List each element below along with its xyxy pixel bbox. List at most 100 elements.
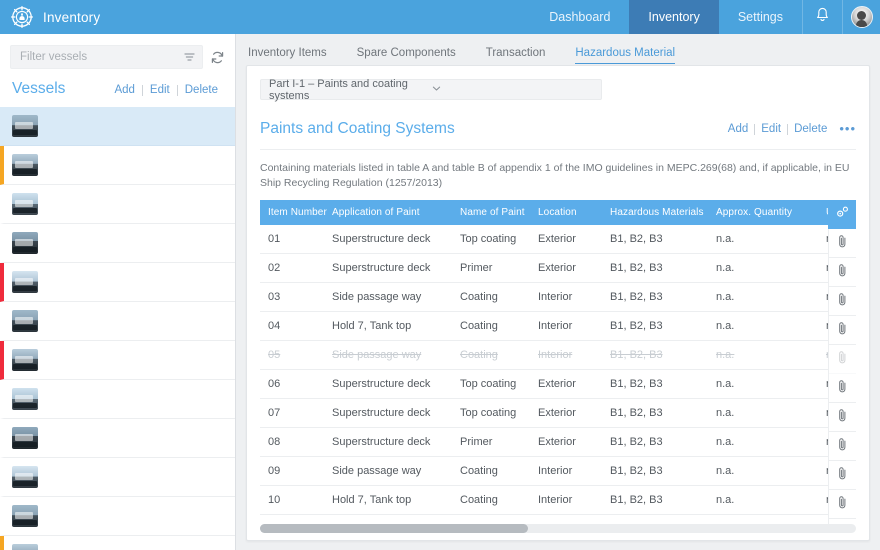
- horizontal-scrollbar[interactable]: [260, 524, 856, 533]
- vessel-list-item[interactable]: [0, 185, 235, 224]
- cell-quantity: n.a.: [708, 282, 818, 312]
- vessel-list-item[interactable]: [0, 380, 235, 419]
- column-header[interactable]: Item Number: [260, 200, 327, 225]
- search-input[interactable]: [20, 51, 183, 63]
- attachment-button[interactable]: [829, 316, 856, 345]
- vessels-add-button[interactable]: Add: [107, 84, 141, 96]
- vessel-thumbnail: [12, 466, 38, 488]
- cell-materials: B1, B2, B3: [602, 340, 708, 370]
- cell-item: 05: [260, 340, 324, 370]
- tab-transaction[interactable]: Transaction: [486, 47, 563, 65]
- attachment-button[interactable]: [829, 229, 856, 258]
- content-tabs[interactable]: Inventory Items Spare Components Transacti…: [246, 34, 870, 65]
- notifications-button[interactable]: [802, 0, 842, 34]
- vessels-delete-button[interactable]: Delete: [178, 84, 225, 96]
- cell-quantity: n.a.: [708, 340, 818, 370]
- vessel-list-item[interactable]: [0, 263, 235, 302]
- paperclip-icon: [837, 466, 848, 485]
- cell-location: Exterior: [530, 369, 602, 399]
- cell-materials: B1, B2, B3: [602, 427, 708, 457]
- attachment-button[interactable]: [829, 490, 856, 519]
- paperclip-icon: [837, 350, 848, 369]
- attachment-button[interactable]: [829, 374, 856, 403]
- section-add-button[interactable]: Add: [722, 123, 754, 135]
- cell-item: 02: [260, 253, 324, 283]
- vessel-list-item[interactable]: [0, 536, 235, 550]
- column-header[interactable]: Name of Paint: [452, 200, 530, 225]
- scrollbar-thumb[interactable]: [260, 524, 529, 533]
- cell-location: Exterior: [530, 225, 602, 254]
- attachment-button[interactable]: [829, 258, 856, 287]
- table-row[interactable]: 04 Hold 7, Tank top Coating Interior B1, B2,…: [260, 311, 856, 341]
- top-header-bar: Inventory Dashboard Inventory Settings: [0, 0, 880, 34]
- vessel-list-item[interactable]: [0, 458, 235, 497]
- vessel-list-item[interactable]: [0, 419, 235, 458]
- vessel-list-item[interactable]: [0, 341, 235, 380]
- vessel-list-item[interactable]: [0, 107, 235, 146]
- paperclip-icon: [837, 408, 848, 427]
- vessel-list[interactable]: [0, 107, 235, 550]
- table-row[interactable]: 02 Superstructure deck Primer Exterior B1, B…: [260, 253, 856, 283]
- column-header[interactable]: Hazardous Materials: [602, 200, 708, 225]
- cell-materials: B1, B2, B3: [602, 311, 708, 341]
- table-row[interactable]: 07 Superstructure deck Top coating Exterior…: [260, 398, 856, 428]
- tab-inventory-items[interactable]: Inventory Items: [248, 47, 344, 65]
- column-header[interactable]: Application of Paint: [324, 200, 452, 225]
- tab-hazardous-material[interactable]: Hazardous Material: [575, 47, 692, 65]
- cell-application: Superstructure deck: [324, 398, 452, 428]
- cell-item: 06: [260, 369, 324, 399]
- refresh-icon[interactable]: [210, 50, 225, 65]
- vessel-list-item[interactable]: [0, 146, 235, 185]
- table-row[interactable]: 05 Side passage way Coating Interior B1, B2,…: [260, 340, 856, 370]
- column-header[interactable]: Location: [530, 200, 602, 225]
- table-row[interactable]: 10 Hold 7, Tank top Coating Interior B1, B2,…: [260, 485, 856, 515]
- cell-application: Superstructure deck: [324, 427, 452, 457]
- tab-spare-components[interactable]: Spare Components: [357, 47, 473, 65]
- vessels-edit-button[interactable]: Edit: [143, 84, 177, 96]
- cell-paint: Coating: [452, 282, 530, 312]
- cell-quantity: n.a.: [708, 485, 818, 515]
- cell-materials: B1, B2, B3: [602, 225, 708, 254]
- section-more-button[interactable]: •••: [833, 122, 856, 135]
- vessel-list-item[interactable]: [0, 302, 235, 341]
- cell-paint: Top coating: [452, 369, 530, 399]
- attachment-button[interactable]: [829, 461, 856, 490]
- funnel-icon[interactable]: [183, 51, 196, 64]
- bell-icon: [815, 7, 830, 28]
- attachment-button[interactable]: [829, 432, 856, 461]
- attachment-button[interactable]: [829, 287, 856, 316]
- paperclip-icon: [837, 495, 848, 514]
- cell-quantity: n.a.: [708, 456, 818, 486]
- part-select[interactable]: Part I-1 – Paints and coating systems: [260, 78, 602, 102]
- app-root: Inventory Dashboard Inventory Settings F…: [0, 0, 880, 550]
- table-row[interactable]: 06 Superstructure deck Top coating Exterior…: [260, 369, 856, 399]
- table-row[interactable]: 03 Side passage way Coating Interior B1, B2,…: [260, 282, 856, 312]
- nav-inventory[interactable]: Inventory: [629, 0, 719, 34]
- body-split: Vessels Add Edit Delete Inventory Items S…: [0, 34, 880, 550]
- table-settings-button[interactable]: [828, 200, 856, 229]
- cell-application: Superstructure deck: [324, 369, 452, 399]
- column-header[interactable]: Approx. Quantity: [708, 200, 818, 225]
- table-row[interactable]: 08 Superstructure deck Primer Exterior B1, B…: [260, 427, 856, 457]
- nav-settings[interactable]: Settings: [719, 0, 802, 34]
- user-menu-button[interactable]: [842, 0, 880, 34]
- cell-quantity: n.a.: [708, 398, 818, 428]
- gear-icon: [835, 206, 849, 224]
- nav-dashboard[interactable]: Dashboard: [530, 0, 629, 34]
- section-delete-button[interactable]: Delete: [788, 123, 833, 135]
- cell-item: 04: [260, 311, 324, 341]
- filter-input-wrap[interactable]: [10, 45, 203, 69]
- cell-paint: Primer: [452, 427, 530, 457]
- section-edit-button[interactable]: Edit: [755, 123, 787, 135]
- table-row[interactable]: 01 Superstructure deck Top coating Exterior…: [260, 225, 856, 254]
- attachment-button[interactable]: [829, 345, 856, 374]
- brand: Inventory: [0, 0, 100, 34]
- paperclip-icon: [837, 379, 848, 398]
- table-header-row: Item Number Application of Paint Name of P…: [260, 200, 856, 225]
- vessels-title: Vessels: [12, 80, 66, 97]
- vessel-list-item[interactable]: [0, 497, 235, 536]
- vessel-list-item[interactable]: [0, 224, 235, 263]
- table-row[interactable]: 09 Side passage way Coating Interior B1, B2,…: [260, 456, 856, 486]
- attachment-button[interactable]: [829, 403, 856, 432]
- cell-paint: Primer: [452, 253, 530, 283]
